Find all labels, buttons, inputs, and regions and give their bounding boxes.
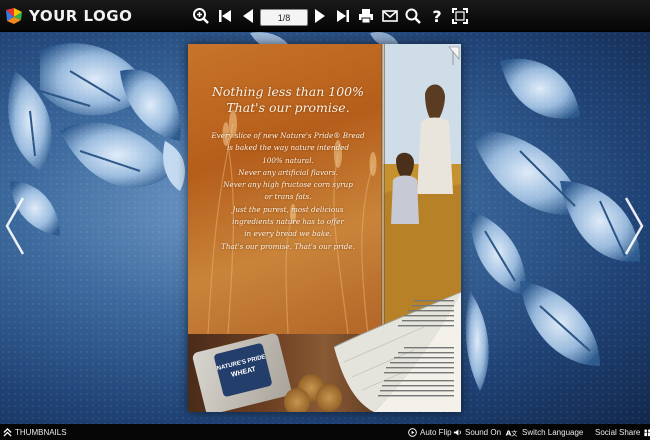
bottom-bar: THUMBNAILS Auto Flip Sound On A文 Switch …: [0, 424, 650, 440]
svg-text:?: ?: [432, 7, 441, 25]
promise-line: Just the purest, most delicious: [232, 204, 344, 214]
play-circle-icon: [408, 427, 417, 437]
social-share-label: Social Share: [595, 427, 641, 437]
logo-text: YOUR LOGO: [29, 7, 133, 25]
fullscreen-icon: [452, 8, 468, 24]
print-button[interactable]: [355, 5, 377, 27]
flipbook-viewer: YOUR LOGO 1/8 ? Nothing less than 100% T…: [0, 0, 650, 440]
sound-on-label: Sound On: [465, 427, 502, 437]
switch-language-button[interactable]: A文 Switch Language: [505, 424, 584, 440]
page-corner-fold[interactable]: [447, 45, 461, 67]
promise-text: Nothing less than 100% That's our promis…: [202, 84, 374, 253]
first-page-icon: [219, 10, 231, 22]
bread-slice-image: [284, 388, 310, 412]
search-icon: [405, 8, 421, 24]
auto-flip-button[interactable]: Auto Flip: [408, 424, 452, 440]
last-page-button[interactable]: [332, 5, 354, 27]
promise-line: Never any high fructose corn syrup: [223, 180, 353, 190]
help-icon: ?: [432, 7, 441, 25]
promise-title-line-2: That's our promise.: [226, 100, 350, 115]
logo: YOUR LOGO: [4, 4, 132, 28]
thumbnails-button[interactable]: THUMBNAILS: [3, 424, 67, 440]
page-number-input[interactable]: 1/8: [260, 9, 308, 26]
promise-title-line-1: Nothing less than 100%: [211, 84, 365, 99]
next-page-button[interactable]: [309, 5, 331, 27]
promise-line: is baked the way nature intended: [226, 143, 350, 153]
page-curl[interactable]: [334, 292, 461, 412]
promise-line: in every bread we bake.: [244, 229, 332, 239]
sound-toggle-button[interactable]: Sound On: [453, 424, 501, 440]
svg-text:文: 文: [511, 428, 518, 436]
search-button[interactable]: [402, 5, 424, 27]
speaker-icon: [453, 428, 461, 436]
logo-icon: [6, 8, 22, 24]
people-icon: [644, 428, 650, 436]
email-button[interactable]: [379, 5, 401, 27]
double-chevron-up-icon: [3, 427, 12, 437]
fullscreen-button[interactable]: [449, 5, 471, 27]
promise-line: ingredients nature has to offer: [232, 217, 344, 227]
previous-page-arrow[interactable]: [3, 196, 27, 256]
last-page-icon: [337, 10, 349, 22]
zoom-in-icon: [193, 8, 209, 24]
previous-page-button[interactable]: [237, 5, 259, 27]
promise-line: or trans fats.: [264, 192, 312, 202]
promise-line: That's our promise. That's our pride.: [221, 241, 355, 251]
language-icon: A文: [506, 428, 518, 436]
thumbnails-label: THUMBNAILS: [15, 427, 67, 437]
previous-page-icon: [243, 9, 253, 23]
switch-language-label: Switch Language: [522, 427, 584, 437]
next-page-arrow[interactable]: [622, 196, 646, 256]
promise-line: Every slice of new Nature's Pride® Bread: [211, 131, 365, 140]
first-page-button[interactable]: [214, 5, 236, 27]
promise-line: Never any artificial flavors.: [238, 167, 338, 177]
toolbar: YOUR LOGO 1/8 ?: [0, 0, 650, 32]
social-share-button[interactable]: Social Share: [595, 424, 650, 440]
next-page-icon: [315, 9, 325, 23]
promise-line: 100% natural.: [262, 155, 314, 165]
help-button[interactable]: ?: [426, 5, 448, 27]
promise-title: Nothing less than 100% That's our promis…: [202, 84, 374, 116]
auto-flip-label: Auto Flip: [420, 427, 452, 437]
email-icon: [382, 10, 398, 22]
zoom-in-button[interactable]: [190, 5, 212, 27]
print-icon: [359, 9, 373, 24]
